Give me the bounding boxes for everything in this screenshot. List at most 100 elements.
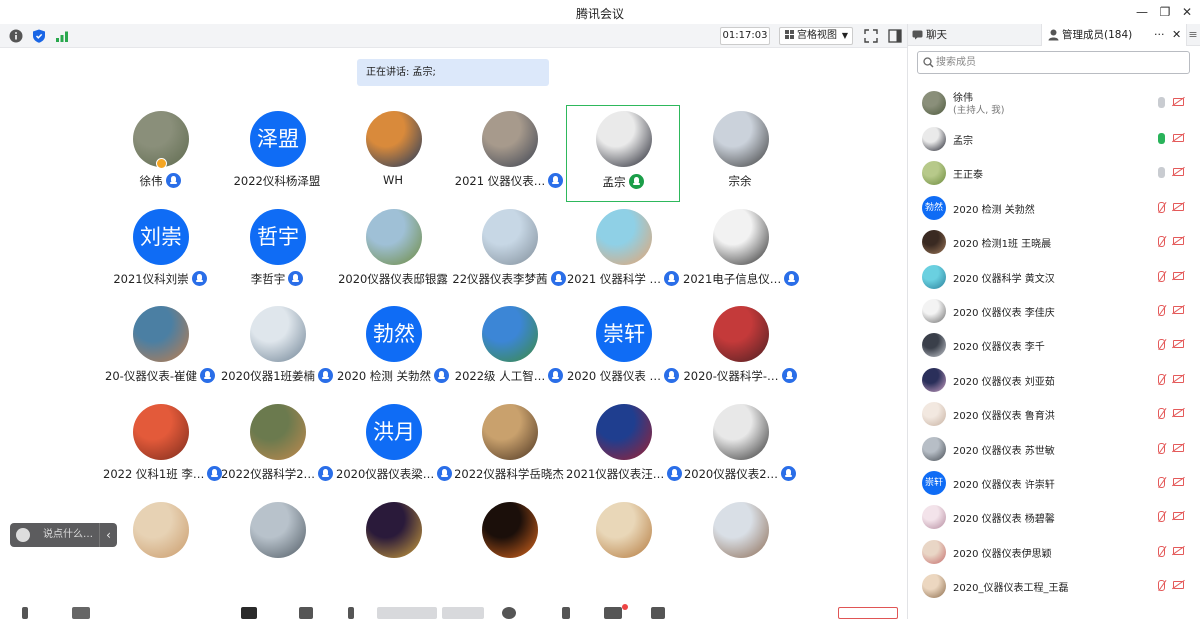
mic-muted-icon[interactable]: [1158, 477, 1165, 488]
participant-tile[interactable]: 孟宗: [566, 105, 680, 202]
tab-chat[interactable]: 聊天: [908, 24, 1041, 46]
member-row[interactable]: 2020 检测1班 王晓晨: [908, 225, 1200, 259]
fullscreen-icon[interactable]: [863, 28, 879, 44]
member-row[interactable]: 2020 仪器仪表 苏世敏: [908, 432, 1200, 466]
participant-tile[interactable]: [103, 496, 217, 593]
participant-tile[interactable]: [336, 496, 450, 593]
participant-tile[interactable]: WH: [336, 105, 450, 202]
camera-off-icon[interactable]: [1173, 202, 1184, 211]
mic-icon[interactable]: [1158, 133, 1165, 144]
info-icon[interactable]: [8, 28, 24, 44]
camera-off-icon[interactable]: [1173, 443, 1184, 452]
invite-icon[interactable]: [348, 607, 354, 619]
more-icon[interactable]: ···: [1154, 24, 1165, 46]
member-row[interactable]: 2020 仪器仪表 鲁育洪: [908, 397, 1200, 431]
share-screen-icon[interactable]: [241, 607, 257, 619]
member-row[interactable]: 2020 仪器仪表伊思颖: [908, 535, 1200, 569]
collapse-icon[interactable]: ‹: [99, 523, 117, 547]
participant-tile[interactable]: [220, 496, 334, 593]
chat-placeholder[interactable]: 说点什么…: [43, 523, 93, 547]
participant-tile[interactable]: 22仪器仪表李梦茜: [452, 203, 566, 300]
mic-muted-icon[interactable]: [1158, 270, 1165, 282]
camera-off-icon[interactable]: [1173, 271, 1184, 280]
mic-muted-icon[interactable]: [1158, 545, 1165, 557]
camera-off-icon[interactable]: [1173, 340, 1184, 349]
participant-tile[interactable]: 2020仪器1班姜楠: [220, 300, 334, 397]
restore-button[interactable]: ❐: [1156, 3, 1174, 21]
participant-tile[interactable]: 20-仪器仪表-崔健: [103, 300, 217, 397]
participant-tile[interactable]: 2021仪器仪表汪…: [566, 398, 683, 495]
mic-muted-icon[interactable]: [1158, 339, 1165, 351]
signal-icon[interactable]: [54, 28, 70, 44]
member-row[interactable]: 勃然 2020 检测 关勃然: [908, 191, 1200, 225]
sidebar-toggle-icon[interactable]: [887, 28, 903, 44]
close-panel-icon[interactable]: ✕: [1172, 24, 1181, 46]
participant-tile[interactable]: 勃然 2020 检测 关勃然: [336, 300, 450, 397]
mic-control-icon[interactable]: [22, 607, 28, 619]
security-icon[interactable]: [299, 607, 313, 619]
settings-apps-icon[interactable]: [604, 607, 622, 619]
emoji-icon[interactable]: [16, 528, 30, 542]
participant-tile[interactable]: [452, 496, 566, 593]
member-row[interactable]: 2020 仪器仪表 杨碧馨: [908, 500, 1200, 534]
member-row[interactable]: 崇轩 2020 仪器仪表 许崇轩: [908, 466, 1200, 500]
mic-muted-icon[interactable]: [1158, 236, 1165, 248]
camera-off-icon[interactable]: [1173, 98, 1184, 106]
close-button[interactable]: ✕: [1178, 3, 1196, 21]
camera-off-icon[interactable]: [1173, 478, 1184, 486]
member-row[interactable]: 2020 仪器仪表 刘亚茹: [908, 363, 1200, 397]
camera-off-icon[interactable]: [1173, 374, 1184, 383]
camera-off-icon[interactable]: [1173, 581, 1184, 590]
member-row[interactable]: 王正泰: [908, 156, 1200, 190]
member-row[interactable]: 2020 仪器科学 黄文汉: [908, 260, 1200, 294]
participant-tile[interactable]: 崇轩 2020 仪器仪表 …: [566, 300, 680, 397]
view-mode-selector[interactable]: 宫格视图 ▼: [779, 27, 853, 45]
camera-off-icon[interactable]: [1173, 134, 1184, 142]
mic-muted-icon[interactable]: [1158, 373, 1165, 385]
participant-tile[interactable]: 2020-仪器科学-…: [683, 300, 797, 397]
camera-off-icon[interactable]: [1173, 306, 1184, 314]
participant-tile[interactable]: 刘崇 2021仪科刘崇: [103, 203, 217, 300]
apps-icon[interactable]: [562, 607, 570, 619]
mic-muted-icon[interactable]: [1158, 201, 1165, 213]
participant-tile[interactable]: [683, 496, 797, 593]
camera-off-icon[interactable]: [1173, 168, 1184, 177]
participant-tile[interactable]: 泽盟 2022仪科杨泽盟: [220, 105, 334, 202]
mic-muted-icon[interactable]: [1158, 442, 1165, 454]
gear-icon[interactable]: [651, 607, 665, 619]
member-row[interactable]: 2020 仪器仪表 李佳庆: [908, 294, 1200, 328]
minimize-button[interactable]: —: [1133, 3, 1151, 21]
participant-tile[interactable]: 2021电子信息仪…: [683, 203, 800, 300]
participant-tile[interactable]: [566, 496, 680, 593]
participant-tile[interactable]: 徐伟: [103, 105, 217, 202]
participant-tile[interactable]: 2022仪器科学2…: [220, 398, 334, 495]
participant-tile[interactable]: 2022仪器科学岳晓杰: [452, 398, 566, 495]
camera-off-icon[interactable]: [1173, 546, 1184, 555]
camera-off-icon[interactable]: [1173, 237, 1184, 246]
member-row[interactable]: 2020 仪器仪表 李千: [908, 328, 1200, 362]
camera-off-icon[interactable]: [1173, 512, 1184, 521]
camera-off-icon[interactable]: [1173, 409, 1184, 418]
menu-icon[interactable]: ≡: [1185, 24, 1200, 46]
participant-tile[interactable]: 洪月 2020仪器仪表梁…: [336, 398, 453, 495]
record-icon[interactable]: [502, 607, 516, 619]
member-search[interactable]: [917, 51, 1190, 74]
member-row[interactable]: 2020_仪器仪表工程_王磊: [908, 569, 1200, 603]
participant-tile[interactable]: 2021 仪器仪表…: [452, 105, 566, 202]
participant-tile[interactable]: 2020仪器仪表邸银露: [336, 203, 450, 300]
participant-tile[interactable]: 2020仪器仪表2…: [683, 398, 797, 495]
mic-icon[interactable]: [1158, 97, 1165, 108]
member-search-input[interactable]: [936, 54, 1176, 71]
tab-members[interactable]: 管理成员(184) ··· ✕: [1041, 24, 1187, 46]
participant-tile[interactable]: 2022 仪科1班 李…: [103, 398, 223, 495]
video-control-icon[interactable]: [72, 607, 90, 619]
mic-muted-icon[interactable]: [1158, 580, 1165, 592]
participant-tile[interactable]: 哲宇 李哲宇: [220, 203, 334, 300]
mic-muted-icon[interactable]: [1158, 511, 1165, 523]
mic-muted-icon[interactable]: [1158, 305, 1165, 316]
mic-icon[interactable]: [1158, 167, 1165, 179]
participant-tile[interactable]: 宗余: [683, 105, 797, 202]
leave-meeting-button[interactable]: [838, 607, 898, 619]
participant-tile[interactable]: 2022级 人工智…: [452, 300, 566, 397]
mic-muted-icon[interactable]: [1158, 408, 1165, 420]
